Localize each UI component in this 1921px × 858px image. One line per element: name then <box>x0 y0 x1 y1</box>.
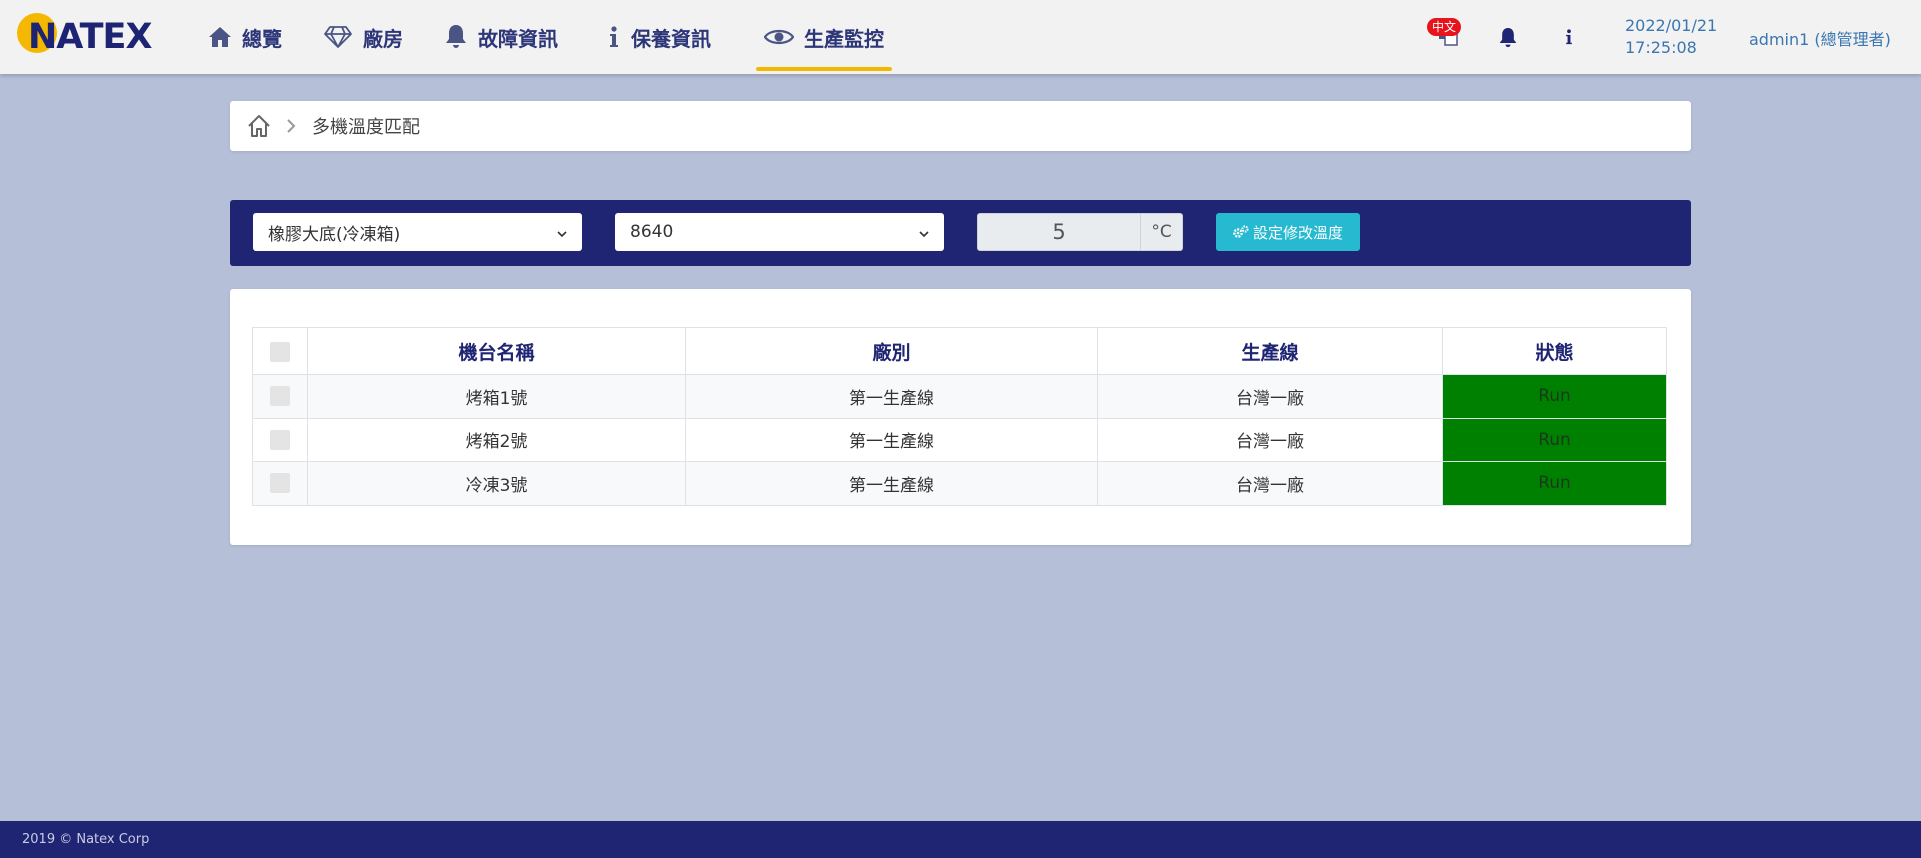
notification-bell-icon[interactable] <box>1498 27 1518 53</box>
row-checkbox[interactable] <box>270 386 290 407</box>
line-cell: 台灣一廠 <box>1097 417 1443 462</box>
factory-cell: 第一生產線 <box>685 374 1098 419</box>
status-cell: Run <box>1442 417 1667 462</box>
info-icon[interactable] <box>1564 27 1574 51</box>
nav-label: 保養資訊 <box>631 26 711 51</box>
code-select[interactable]: 8640 <box>615 213 944 251</box>
breadcrumb-current: 多機溫度匹配 <box>312 117 420 138</box>
nav-label: 生產監控 <box>804 26 884 51</box>
nav-item-factory[interactable]: 廠房 <box>323 0 403 74</box>
control-bar: 橡膠大底(冷凍箱) 8640 5 °C 設定修改溫度 <box>230 200 1691 266</box>
logo-text: NATEX <box>28 17 152 57</box>
home-icon[interactable] <box>246 113 272 139</box>
set-temperature-button[interactable]: 設定修改溫度 <box>1216 213 1360 251</box>
product-select[interactable]: 橡膠大底(冷凍箱) <box>253 213 582 251</box>
nav-item-maintenance-info[interactable]: 保養資訊 <box>607 0 711 74</box>
copyright-text: 2019 © Natex Corp <box>22 832 150 847</box>
chevron-down-icon <box>918 225 930 245</box>
user-menu[interactable]: admin1 (總管理者) <box>1749 26 1891 50</box>
machine-table: 機台名稱 廠別 生產線 狀態 烤箱1號 第一生產線 台灣一廠 Run 烤箱2號 … <box>252 327 1667 506</box>
nav-item-overview[interactable]: 總覽 <box>208 0 282 74</box>
language-badge: 中文 <box>1427 18 1462 36</box>
chevron-down-icon <box>556 225 568 245</box>
cogs-icon <box>1233 225 1249 239</box>
table-row[interactable]: 烤箱1號 第一生產線 台灣一廠 Run <box>252 374 1667 419</box>
home-icon <box>208 26 232 48</box>
column-header[interactable]: 狀態 <box>1442 327 1667 375</box>
column-header[interactable]: 廠別 <box>685 327 1098 375</box>
machine-name-cell: 冷凍3號 <box>307 461 686 506</box>
factory-cell: 第一生產線 <box>685 461 1098 506</box>
eye-icon <box>764 27 794 47</box>
date-text: 2022/01/21 <box>1625 16 1718 35</box>
select-all-checkbox[interactable] <box>270 341 290 362</box>
breadcrumb: 多機溫度匹配 <box>230 101 1691 151</box>
nav-label: 總覽 <box>242 26 282 51</box>
row-checkbox[interactable] <box>270 429 290 450</box>
column-header[interactable]: 生產線 <box>1097 327 1443 375</box>
machine-table-card: 機台名稱 廠別 生產線 狀態 烤箱1號 第一生產線 台灣一廠 Run 烤箱2號 … <box>230 289 1691 545</box>
set-temperature-label: 設定修改溫度 <box>1252 223 1343 242</box>
line-cell: 台灣一廠 <box>1097 461 1443 506</box>
machine-name-cell: 烤箱2號 <box>307 417 686 462</box>
natex-logo[interactable]: NATEX <box>17 13 169 57</box>
time-text: 17:25:08 <box>1625 38 1697 57</box>
status-cell: Run <box>1442 374 1667 419</box>
row-checkbox[interactable] <box>270 473 290 494</box>
nav-item-production-monitor[interactable]: 生產監控 <box>756 0 892 74</box>
column-header[interactable]: 機台名稱 <box>307 327 686 375</box>
table-row[interactable]: 冷凍3號 第一生產線 台灣一廠 Run <box>252 461 1667 506</box>
info-icon <box>607 25 621 49</box>
status-cell: Run <box>1442 461 1667 506</box>
factory-cell: 第一生產線 <box>685 417 1098 462</box>
product-select-value: 橡膠大底(冷凍箱) <box>268 224 401 245</box>
datetime-display: 2022/01/21 17:25:08 <box>1625 15 1717 59</box>
machine-name-cell: 烤箱1號 <box>307 374 686 419</box>
line-cell: 台灣一廠 <box>1097 374 1443 419</box>
diamond-icon <box>323 25 353 49</box>
footer: 2019 © Natex Corp <box>0 821 1921 858</box>
code-select-value: 8640 <box>630 222 674 242</box>
bell-icon <box>444 24 468 50</box>
nav-item-fault-info[interactable]: 故障資訊 <box>444 0 558 74</box>
temperature-input[interactable]: 5 <box>977 213 1141 251</box>
nav-label: 故障資訊 <box>478 26 558 51</box>
language-switch[interactable]: 中文 <box>1425 18 1467 48</box>
nav-label: 廠房 <box>363 26 403 51</box>
chevron-right-icon <box>286 119 296 133</box>
select-all-header <box>252 327 308 375</box>
table-row[interactable]: 烤箱2號 第一生產線 台灣一廠 Run <box>252 417 1667 462</box>
top-navbar: NATEX 總覽 廠房 故障資訊 保養資訊 生產監控 中文 2022/01/21… <box>0 0 1921 74</box>
temperature-unit: °C <box>1141 213 1183 251</box>
